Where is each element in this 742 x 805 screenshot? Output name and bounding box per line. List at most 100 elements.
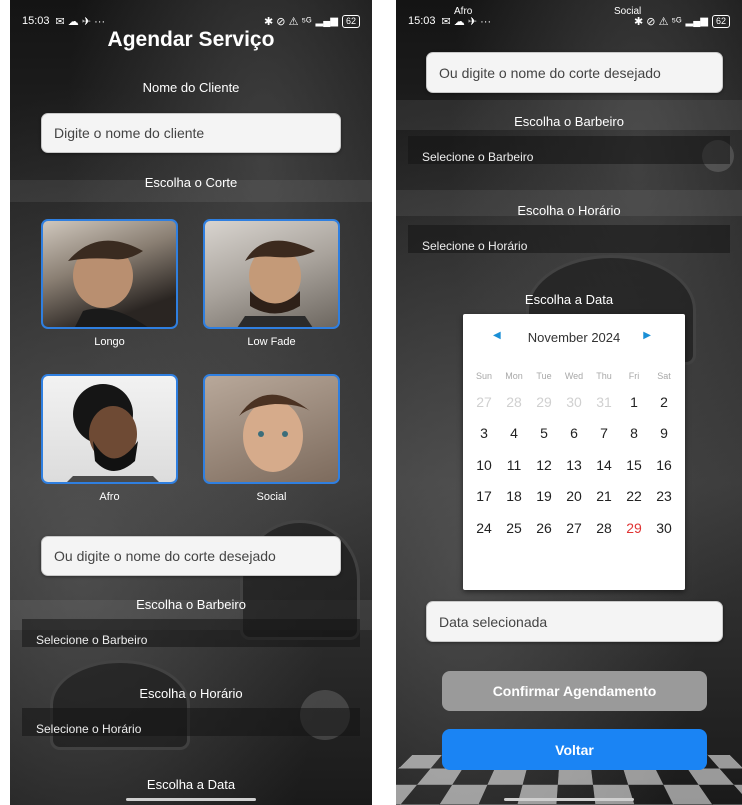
barber-select[interactable]: Selecione o Barbeiro — [408, 136, 730, 164]
calendar-week-row: 3456789 — [469, 418, 679, 450]
selected-date-placeholder: Data selecionada — [439, 613, 548, 630]
barber-select-value: Selecione o Barbeiro — [422, 150, 534, 164]
calendar-day[interactable]: 18 — [499, 488, 529, 504]
calendar-day[interactable]: 10 — [469, 457, 499, 473]
cut-name-placeholder: Ou digite o nome do corte desejado — [439, 64, 661, 81]
calendar-day-other-month: 27 — [476, 393, 492, 410]
calendar-day[interactable]: 15 — [619, 457, 649, 473]
calendar-week-row: 24 25 26 27 28 29 30 — [469, 512, 679, 544]
weekday-label: Tue — [536, 371, 552, 381]
system-icons: ✱ ⊘ ⚠ ⁵ᴳ — [264, 15, 312, 28]
cut-card-longo[interactable] — [41, 219, 178, 329]
calendar-day[interactable]: 28 — [589, 520, 619, 536]
calendar-day[interactable]: 2 — [649, 394, 679, 410]
screen-right: 15:03 ✉ ☁ ✈ ··· ✱ ⊘ ⚠ ⁵ᴳ ▂▄▆ 62 Afro Soc… — [396, 0, 742, 805]
selected-date-input[interactable]: Data selecionada — [426, 601, 723, 642]
weekday-label: Fri — [628, 371, 640, 381]
next-month-icon[interactable]: ▶ — [643, 330, 651, 341]
time-select[interactable]: Selecione o Horário — [408, 225, 730, 253]
cut-label: Escolha o Corte — [144, 175, 238, 190]
cut-name-afro: Afro — [99, 491, 120, 503]
barber-label: Escolha o Barbeiro — [514, 114, 624, 129]
calendar-day[interactable]: 27 — [559, 520, 589, 536]
calendar-day[interactable]: 17 — [469, 488, 499, 504]
calendar-day[interactable]: 22 — [619, 488, 649, 504]
background-chair — [50, 660, 190, 750]
calendar-day[interactable]: 16 — [649, 457, 679, 473]
date-picker-calendar: ◀ November 2024 ▶ Sun Mon Tue Wed Thu Fri Sat 2… — [463, 314, 685, 590]
weekday-label: Wed — [564, 371, 584, 381]
calendar-month-label: November 2024 — [527, 330, 621, 345]
barber-select[interactable]: Selecione o Barbeiro — [22, 619, 360, 647]
calendar-day[interactable]: 12 — [529, 457, 559, 473]
date-label: Escolha a Data — [524, 292, 614, 307]
signal-icon: ▂▄▆ — [685, 15, 708, 27]
cut-name-input[interactable]: Ou digite o nome do corte desejado — [426, 52, 723, 93]
signal-icon: ▂▄▆ — [315, 15, 338, 27]
cut-card-low-fade[interactable] — [203, 219, 340, 329]
cut-name-social-scrolled: Social — [614, 6, 642, 17]
calendar-day-other-month: 29 — [536, 393, 552, 410]
cut-card-afro[interactable] — [41, 374, 178, 484]
calendar-day[interactable]: 9 — [649, 425, 679, 441]
calendar-day[interactable]: 8 — [619, 425, 649, 441]
page-title: Agendar Serviço — [107, 28, 275, 51]
cut-name-social: Social — [256, 491, 287, 503]
battery-icon: 62 — [341, 14, 360, 28]
afro-photo-icon — [67, 384, 159, 482]
calendar-week-row: 17 18 19 20 21 22 23 — [469, 481, 679, 513]
client-label: Nome do Cliente — [142, 80, 240, 95]
calendar-day[interactable]: 7 — [589, 425, 619, 441]
cut-name-low-fade: Low Fade — [247, 336, 296, 348]
client-name-input[interactable]: Digite o nome do cliente — [41, 113, 341, 153]
cut-name-longo: Longo — [94, 336, 125, 348]
calendar-grid: Sun Mon Tue Wed Thu Fri Sat 27 28 29 30 31 1 2 3 4 5 6 7 8 9… — [469, 366, 679, 544]
calendar-day[interactable]: 13 — [559, 457, 589, 473]
cut-card-social[interactable] — [203, 374, 340, 484]
calendar-day[interactable]: 24 — [469, 520, 499, 536]
calendar-day[interactable]: 1 — [619, 394, 649, 410]
calendar-day[interactable]: 30 — [649, 520, 679, 536]
time-label: Escolha o Horário — [139, 686, 243, 701]
cut-name-placeholder: Ou digite o nome do corte desejado — [54, 548, 276, 564]
calendar-week-row: 27 28 29 30 31 1 2 — [469, 386, 679, 418]
barber-label: Escolha o Barbeiro — [136, 597, 246, 612]
confirm-appointment-button[interactable]: Confirmar Agendamento — [442, 671, 707, 711]
calendar-day[interactable]: 11 — [499, 457, 529, 473]
time-select-value: Selecione o Horário — [36, 722, 142, 736]
barber-select-value: Selecione o Barbeiro — [36, 633, 148, 647]
calendar-day[interactable]: 19 — [529, 488, 559, 504]
status-time: 15:03 — [408, 15, 436, 27]
weekday-header-row: Sun Mon Tue Wed Thu Fri Sat — [469, 366, 679, 386]
calendar-day[interactable]: 4 — [499, 425, 529, 441]
calendar-day-other-month: 30 — [566, 393, 582, 410]
calendar-day[interactable]: 21 — [589, 488, 619, 504]
calendar-day[interactable]: 20 — [559, 488, 589, 504]
back-button[interactable]: Voltar — [442, 729, 707, 770]
cut-name-afro-scrolled: Afro — [454, 6, 473, 17]
home-indicator[interactable] — [504, 798, 634, 801]
battery-icon: 62 — [711, 14, 730, 28]
weekday-label: Mon — [505, 371, 523, 381]
calendar-day[interactable]: 25 — [499, 520, 529, 536]
time-select[interactable]: Selecione o Horário — [22, 708, 360, 736]
calendar-day[interactable]: 26 — [529, 520, 559, 536]
time-label: Escolha o Horário — [517, 203, 621, 218]
calendar-day[interactable]: 3 — [469, 425, 499, 441]
home-indicator[interactable] — [126, 798, 256, 801]
calendar-day[interactable]: 14 — [589, 457, 619, 473]
cut-name-input[interactable]: Ou digite o nome do corte desejado — [41, 536, 341, 576]
calendar-day[interactable]: 5 — [529, 425, 559, 441]
screen-left: 15:03 ✉ ☁ ✈ ··· ✱ ⊘ ⚠ ⁵ᴳ ▂▄▆ 62 Agendar … — [10, 0, 372, 805]
social-photo-icon — [239, 394, 310, 472]
calendar-day-other-month: 31 — [596, 393, 612, 410]
calendar-week-row: 10 11 12 13 14 15 16 — [469, 449, 679, 481]
calendar-day[interactable]: 23 — [649, 488, 679, 504]
notification-icons: ✉ ☁ ✈ ··· — [55, 15, 106, 28]
weekday-label: Sat — [657, 371, 671, 381]
calendar-day-other-month: 28 — [506, 393, 522, 410]
calendar-day[interactable]: 29 — [619, 520, 649, 536]
calendar-day[interactable]: 6 — [559, 425, 589, 441]
long-hair-photo-icon — [68, 240, 148, 327]
weekday-label: Thu — [596, 371, 612, 381]
